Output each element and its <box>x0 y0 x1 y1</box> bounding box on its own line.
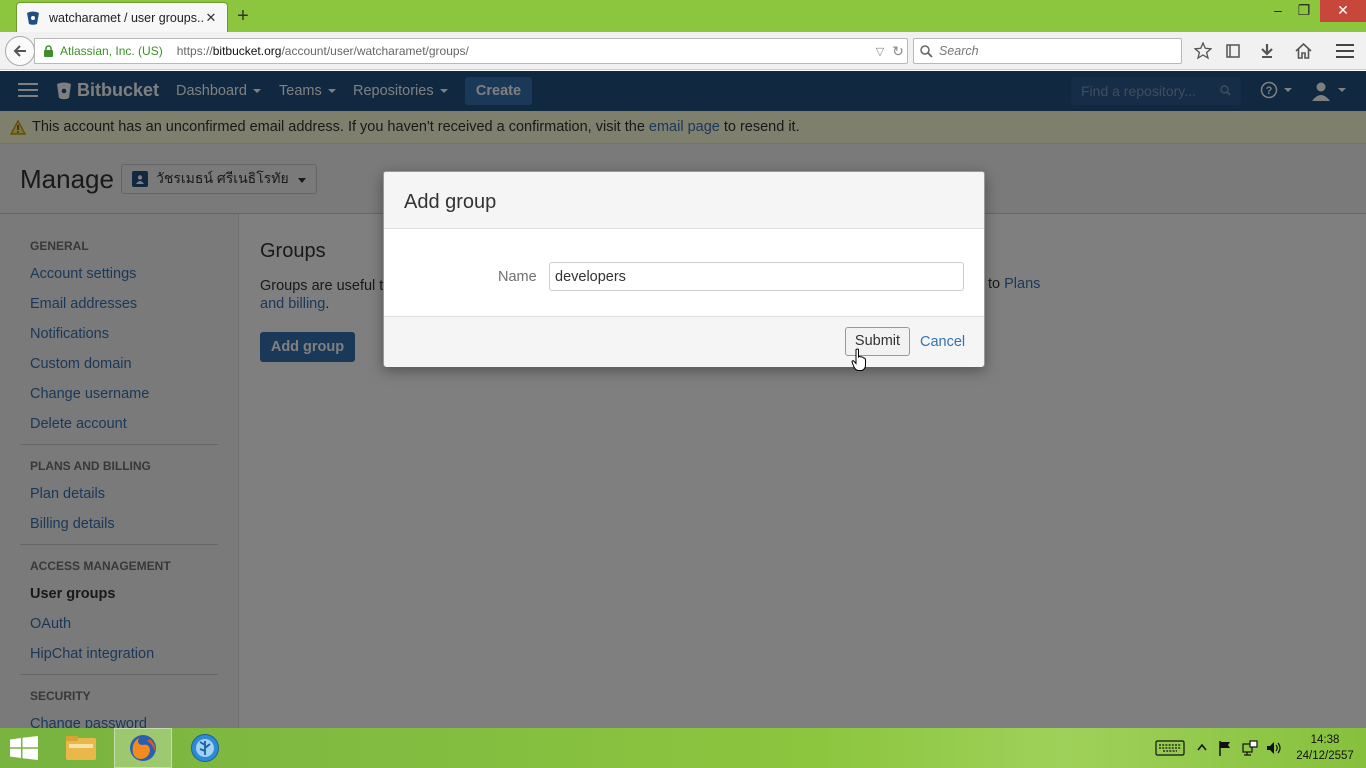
name-label: Name <box>498 269 537 285</box>
cancel-link[interactable]: Cancel <box>920 334 965 350</box>
reading-list-icon[interactable] <box>1223 41 1243 61</box>
file-explorer-icon[interactable] <box>52 728 110 768</box>
browser-titlebar: watcharamet / user groups... ✕ + – ❐ ✕ <box>0 0 1366 32</box>
url-text[interactable]: https://bitbucket.org/account/user/watch… <box>177 44 871 58</box>
tab-close-icon[interactable]: ✕ <box>203 10 219 26</box>
history-dropdown-icon[interactable]: ▽ <box>871 45 889 58</box>
close-window-button[interactable]: ✕ <box>1320 0 1366 22</box>
taskbar-clock[interactable]: 14:38 24/12/2557 <box>1290 732 1360 764</box>
site-identity[interactable]: Atlassian, Inc. (US) <box>60 44 163 58</box>
search-icon <box>920 44 933 58</box>
browser-navbar: Atlassian, Inc. (US) https://bitbucket.o… <box>0 32 1366 70</box>
sourcetree-icon[interactable] <box>176 728 234 768</box>
dialog-body: Name <box>384 229 984 316</box>
dialog-title: Add group <box>404 191 497 213</box>
tab-title: watcharamet / user groups... <box>49 10 203 25</box>
back-button[interactable] <box>5 36 35 66</box>
add-group-dialog: Add group Name Submit Cancel <box>383 171 985 367</box>
firefox-taskbar-icon[interactable] <box>114 728 172 768</box>
keyboard-icon[interactable] <box>1155 740 1185 756</box>
reload-icon[interactable]: ↻ <box>889 43 907 60</box>
dialog-footer: Submit Cancel <box>384 316 984 367</box>
dialog-header: Add group <box>384 172 984 229</box>
windows-start-icon[interactable] <box>10 736 38 763</box>
action-center-flag-icon[interactable] <box>1218 740 1232 756</box>
bookmark-star-icon[interactable] <box>1193 41 1213 61</box>
restore-button[interactable]: ❐ <box>1290 0 1318 22</box>
lock-icon <box>43 45 55 57</box>
downloads-icon[interactable] <box>1257 41 1277 61</box>
minimize-button[interactable]: – <box>1264 0 1292 22</box>
volume-icon[interactable] <box>1266 740 1282 756</box>
bitbucket-favicon-icon <box>25 10 41 26</box>
hamburger-menu-icon[interactable] <box>1335 41 1355 61</box>
hand-cursor-icon <box>851 348 867 375</box>
new-tab-button[interactable]: + <box>232 5 254 27</box>
search-input[interactable]: Search <box>913 38 1182 64</box>
address-bar[interactable]: Atlassian, Inc. (US) https://bitbucket.o… <box>34 38 908 64</box>
group-name-input[interactable] <box>549 262 964 291</box>
tray-overflow-icon[interactable] <box>1197 743 1207 751</box>
modal-overlay[interactable] <box>0 71 1366 728</box>
network-icon[interactable] <box>1242 740 1258 756</box>
home-icon[interactable] <box>1293 41 1313 61</box>
windows-taskbar: 14:38 24/12/2557 <box>0 728 1366 768</box>
browser-tab-active[interactable]: watcharamet / user groups... ✕ <box>16 2 228 32</box>
